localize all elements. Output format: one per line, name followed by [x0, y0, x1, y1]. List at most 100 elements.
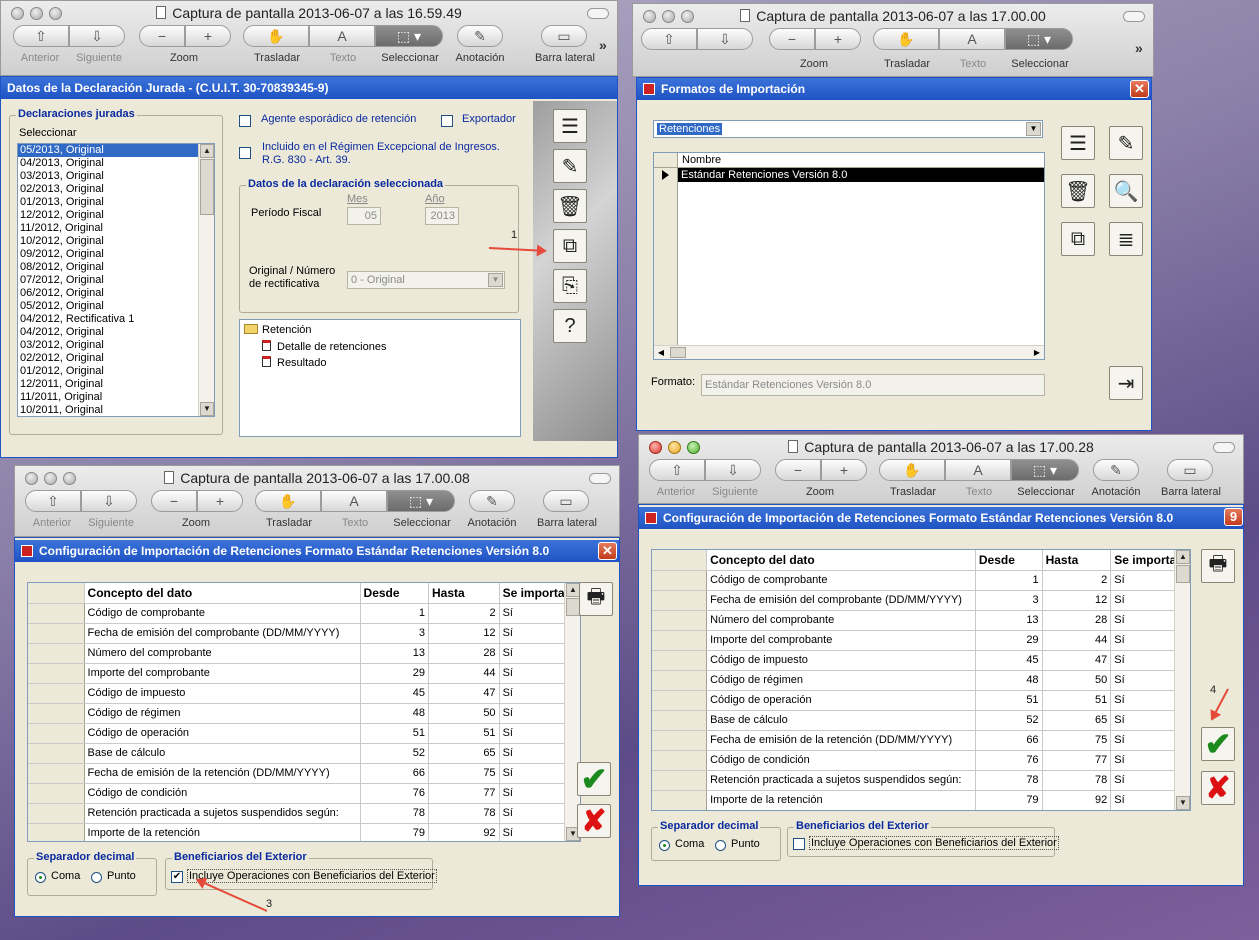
text-tool-button[interactable]: A	[939, 28, 1005, 50]
table-cell[interactable]: Sí	[1110, 710, 1176, 731]
table-cell[interactable]: Fecha de emisión de la retención (DD/MM/…	[84, 763, 361, 784]
table-row[interactable]: Importe del comprobante 29 44 Sí	[652, 630, 1176, 651]
table-cell[interactable]: Código de comprobante	[706, 570, 976, 591]
table-cell[interactable]: 75	[428, 763, 500, 784]
table-cell[interactable]: Sí	[499, 803, 567, 824]
column-header[interactable]: Hasta	[1042, 550, 1112, 571]
table-row[interactable]: Código de operación 51 51 Sí	[28, 723, 567, 744]
horizontal-scrollbar[interactable]: ◀ ▶	[654, 345, 1044, 359]
help-icon[interactable]: ?	[553, 309, 587, 343]
list-item[interactable]: 09/2012, Original	[18, 248, 214, 261]
tree-item-detalle[interactable]: Detalle de retenciones	[262, 340, 386, 353]
agente-checkbox[interactable]	[239, 115, 251, 127]
select-tool-button[interactable]: ⬚ ▾	[387, 490, 455, 512]
table-cell[interactable]: 79	[975, 790, 1043, 810]
table-cell[interactable]: 51	[428, 723, 500, 744]
table-cell[interactable]: Sí	[499, 783, 567, 804]
table-row[interactable]: Retención practicada a sujetos suspendid…	[652, 770, 1176, 791]
table-cell[interactable]: Sí	[499, 723, 567, 744]
scroll-thumb[interactable]	[1176, 565, 1190, 583]
table-cell[interactable]: 77	[1042, 750, 1112, 771]
tree-root[interactable]: Retención	[244, 324, 312, 336]
table-row[interactable]: Código de régimen 48 50 Sí	[28, 703, 567, 724]
table-row[interactable]: Número del comprobante 13 28 Sí	[28, 643, 567, 664]
forward-button[interactable]: ⇩	[697, 28, 753, 50]
scroll-up-icon[interactable]: ▲	[566, 583, 580, 597]
column-header[interactable]: Se importa	[499, 583, 567, 604]
config-table[interactable]: Concepto del dato Desde Hasta Se importa Cód…	[651, 549, 1191, 811]
scroll-down-icon[interactable]: ▼	[1176, 796, 1190, 810]
table-cell[interactable]: Código de régimen	[84, 703, 361, 724]
move-tool-button[interactable]: ✋	[255, 490, 321, 512]
list-item[interactable]: 06/2012, Original	[18, 287, 214, 300]
text-tool-button[interactable]: A	[321, 490, 387, 512]
list-icon[interactable]: ☰	[553, 109, 587, 143]
table-cell[interactable]: Código de condición	[84, 783, 361, 804]
list-item[interactable]: 10/2011, Original	[18, 404, 214, 416]
table-cell[interactable]: Sí	[1110, 570, 1176, 591]
tree-item-resultado[interactable]: Resultado	[262, 356, 327, 369]
list-item[interactable]: 03/2012, Original	[18, 339, 214, 352]
table-cell[interactable]: Importe de la retención	[706, 790, 976, 810]
original-select[interactable]: 0 - Original ▼	[347, 271, 505, 289]
list-item[interactable]: 12/2011, Original	[18, 378, 214, 391]
table-cell[interactable]: Código de comprobante	[84, 603, 361, 624]
table-cell[interactable]: 92	[428, 823, 500, 841]
table-row[interactable]: Código de operación 51 51 Sí	[652, 690, 1176, 711]
accept-button[interactable]: ✔	[1201, 726, 1235, 762]
toolbar-toggle[interactable]	[1123, 11, 1145, 22]
toolbar-overflow-icon[interactable]: »	[1135, 40, 1143, 56]
anio-field[interactable]: 2013	[425, 207, 459, 225]
table-cell[interactable]: 76	[975, 750, 1043, 771]
back-button[interactable]: ⇧	[25, 490, 81, 512]
scroll-thumb[interactable]	[200, 159, 214, 215]
list-item[interactable]: 05/2012, Original	[18, 300, 214, 313]
configure-format-icon[interactable]: 🔍	[1109, 174, 1143, 208]
table-cell[interactable]: 76	[360, 783, 430, 804]
annotate-button[interactable]: ✎	[469, 490, 515, 512]
table-row[interactable]: Base de cálculo 52 65 Sí	[652, 710, 1176, 731]
table-row[interactable]: Código de impuesto 45 47 Sí	[28, 683, 567, 704]
table-cell[interactable]: Fecha de emisión de la retención (DD/MM/…	[706, 730, 976, 751]
incluye-checkbox[interactable]: ✔	[171, 871, 183, 883]
table-row[interactable]: Código de condición 76 77 Sí	[28, 783, 567, 804]
table-cell[interactable]: Sí	[1110, 790, 1176, 810]
table-row[interactable]: Código de impuesto 45 47 Sí	[652, 650, 1176, 671]
table-cell[interactable]: Fecha de emisión del comprobante (DD/MM/…	[706, 590, 976, 611]
sidebar-button[interactable]: ▭	[541, 25, 587, 47]
table-cell[interactable]: 78	[428, 803, 500, 824]
scroll-right-icon[interactable]: ▶	[1030, 346, 1044, 359]
table-cell[interactable]: 3	[975, 590, 1043, 611]
config-table[interactable]: Concepto del dato Desde Hasta Se importa Cód…	[27, 582, 581, 842]
table-scrollbar[interactable]: ▲ ▼	[1174, 550, 1190, 810]
table-cell[interactable]: 47	[428, 683, 500, 704]
table-cell[interactable]: 75	[1042, 730, 1112, 751]
print-icon[interactable]: 🖶	[579, 582, 613, 616]
table-row[interactable]: Código de comprobante 1 2 Sí	[28, 603, 567, 624]
table-cell[interactable]: 1	[975, 570, 1043, 591]
scroll-up-icon[interactable]: ▲	[1176, 550, 1190, 564]
table-cell[interactable]: 92	[1042, 790, 1112, 810]
zoom-in-button[interactable]: +	[821, 459, 867, 481]
toolbar-toggle[interactable]	[587, 8, 609, 19]
table-cell[interactable]: 78	[1042, 770, 1112, 791]
chevron-down-icon[interactable]: ▼	[1026, 122, 1041, 136]
list-item[interactable]: 01/2012, Original	[18, 365, 214, 378]
list-item[interactable]: 02/2012, Original	[18, 352, 214, 365]
table-row[interactable]: Retención practicada a sujetos suspendid…	[28, 803, 567, 824]
table-cell[interactable]: 47	[1042, 650, 1112, 671]
table-cell[interactable]: Sí	[1110, 630, 1176, 651]
column-header[interactable]: Desde	[975, 550, 1043, 571]
move-tool-button[interactable]: ✋	[879, 459, 945, 481]
table-cell[interactable]: 45	[975, 650, 1043, 671]
table-cell[interactable]: Número del comprobante	[84, 643, 361, 664]
table-cell[interactable]: Sí	[499, 683, 567, 704]
table-cell[interactable]: Sí	[499, 663, 567, 684]
table-row[interactable]: Estándar Retenciones Versión 8.0	[678, 168, 1044, 182]
table-cell[interactable]: 78	[360, 803, 430, 824]
table-row[interactable]: Fecha de emisión del comprobante (DD/MM/…	[28, 623, 567, 644]
close-button[interactable]: ✕	[598, 542, 617, 560]
table-cell[interactable]: Sí	[499, 823, 567, 841]
table-row[interactable]: Fecha de emisión de la retención (DD/MM/…	[652, 730, 1176, 751]
table-cell[interactable]: 2	[1042, 570, 1112, 591]
